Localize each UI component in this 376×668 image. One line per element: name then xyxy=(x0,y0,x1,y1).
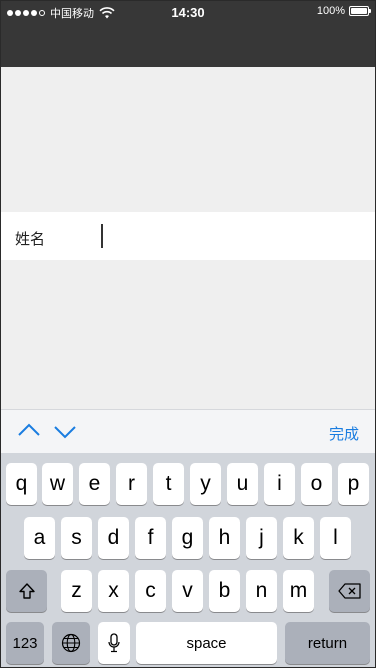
backspace-key[interactable] xyxy=(329,570,370,612)
key-f[interactable]: f xyxy=(135,517,166,559)
microphone-icon xyxy=(108,633,120,653)
key-a[interactable]: a xyxy=(24,517,55,559)
key-t[interactable]: t xyxy=(153,463,184,505)
key-w[interactable]: w xyxy=(42,463,73,505)
key-h[interactable]: h xyxy=(209,517,240,559)
key-m[interactable]: m xyxy=(283,570,314,612)
key-v[interactable]: v xyxy=(172,570,203,612)
key-s[interactable]: s xyxy=(61,517,92,559)
key-j[interactable]: j xyxy=(246,517,277,559)
key-p[interactable]: p xyxy=(338,463,369,505)
numbers-key[interactable]: 123 xyxy=(6,622,44,664)
key-c[interactable]: c xyxy=(135,570,166,612)
keyboard: q w e r t y u i o p a s d f g h j k l z … xyxy=(1,453,375,667)
shift-icon xyxy=(18,583,35,599)
navigation-bar: 中国移动 14:30 100% xyxy=(1,1,375,67)
delete-icon xyxy=(337,583,361,599)
key-k[interactable]: k xyxy=(283,517,314,559)
key-u[interactable]: u xyxy=(227,463,258,505)
key-z[interactable]: z xyxy=(61,570,92,612)
key-e[interactable]: e xyxy=(79,463,110,505)
key-d[interactable]: d xyxy=(98,517,129,559)
key-b[interactable]: b xyxy=(209,570,240,612)
space-key[interactable]: space xyxy=(136,622,277,664)
text-cursor xyxy=(101,224,103,248)
shift-key[interactable] xyxy=(6,570,47,612)
key-y[interactable]: y xyxy=(190,463,221,505)
key-n[interactable]: n xyxy=(246,570,277,612)
return-key[interactable]: return xyxy=(285,622,370,664)
keyboard-accessory-bar: 完成 xyxy=(1,409,375,454)
globe-key[interactable] xyxy=(52,622,90,664)
key-q[interactable]: q xyxy=(6,463,37,505)
done-button[interactable]: 完成 xyxy=(329,423,359,444)
name-label: 姓名 xyxy=(15,231,46,248)
key-x[interactable]: x xyxy=(98,570,129,612)
dictation-key[interactable] xyxy=(98,622,130,664)
next-field-icon[interactable] xyxy=(53,420,77,442)
name-input[interactable] xyxy=(101,222,361,250)
name-form-row: 姓名 xyxy=(1,212,375,260)
key-o[interactable]: o xyxy=(301,463,332,505)
key-g[interactable]: g xyxy=(172,517,203,559)
key-r[interactable]: r xyxy=(116,463,147,505)
key-l[interactable]: l xyxy=(320,517,351,559)
battery-percent: 100% xyxy=(316,5,345,17)
key-i[interactable]: i xyxy=(264,463,295,505)
battery-icon xyxy=(349,6,371,16)
status-bar: 中国移动 14:30 100% xyxy=(1,1,375,23)
previous-field-icon[interactable] xyxy=(17,420,41,442)
phone-screen: 中国移动 14:30 100% 姓名 完成 q w e r t y u i o … xyxy=(0,0,376,668)
globe-icon xyxy=(61,633,81,653)
status-right: 100% xyxy=(316,5,371,17)
